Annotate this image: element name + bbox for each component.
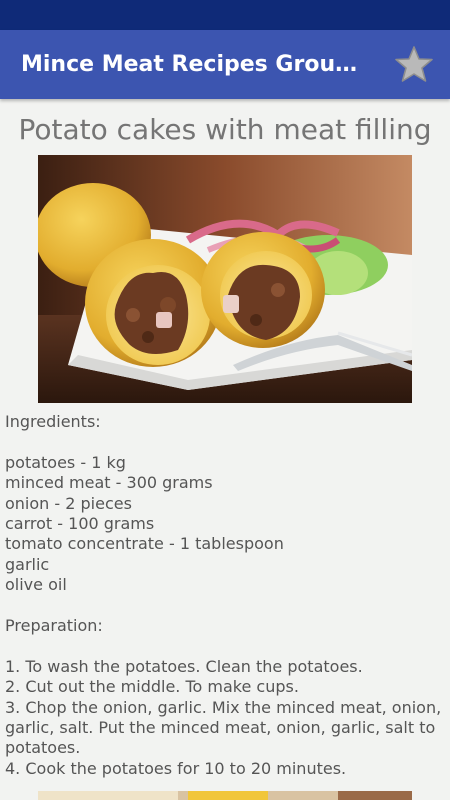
ingredient-item: minced meat - 300 grams — [5, 473, 213, 493]
ingredient-item: potatoes - 1 kg — [5, 452, 126, 472]
preparation-step: 2. Cut out the middle. To make cups. — [5, 677, 299, 697]
app-bar: Mince Meat Recipes Ground Beef Recipes — [0, 30, 450, 99]
recipe-photo — [38, 155, 412, 403]
ingredient-item: carrot - 100 grams — [5, 514, 155, 534]
recipe-text: Ingredients: potatoes - 1 kg minced meat… — [5, 412, 445, 779]
recipe-content[interactable]: Potato cakes with meat filling Ingredien… — [0, 99, 450, 800]
favorite-button[interactable] — [394, 44, 434, 84]
ingredient-item: onion - 2 pieces — [5, 493, 132, 513]
recipe-photo-secondary — [38, 791, 412, 800]
star-icon — [395, 46, 433, 82]
ingredient-item: garlic — [5, 554, 50, 574]
recipe-title: Potato cakes with meat filling — [18, 113, 432, 146]
preparation-step: 4. Cook the potatoes for 10 to 20 minute… — [5, 758, 347, 778]
ingredient-item: tomato concentrate - 1 tablespoon — [5, 534, 284, 554]
ingredient-item: olive oil — [5, 575, 67, 595]
preparation-heading: Preparation: — [5, 616, 103, 636]
preparation-step: 1. To wash the potatoes. Clean the potat… — [5, 656, 363, 676]
app-title: Mince Meat Recipes Ground Beef Recipes — [21, 52, 361, 77]
status-bar — [0, 0, 450, 30]
preparation-step: 3. Chop the onion, garlic. Mix the mince… — [5, 697, 442, 758]
ingredients-heading: Ingredients: — [5, 412, 101, 431]
